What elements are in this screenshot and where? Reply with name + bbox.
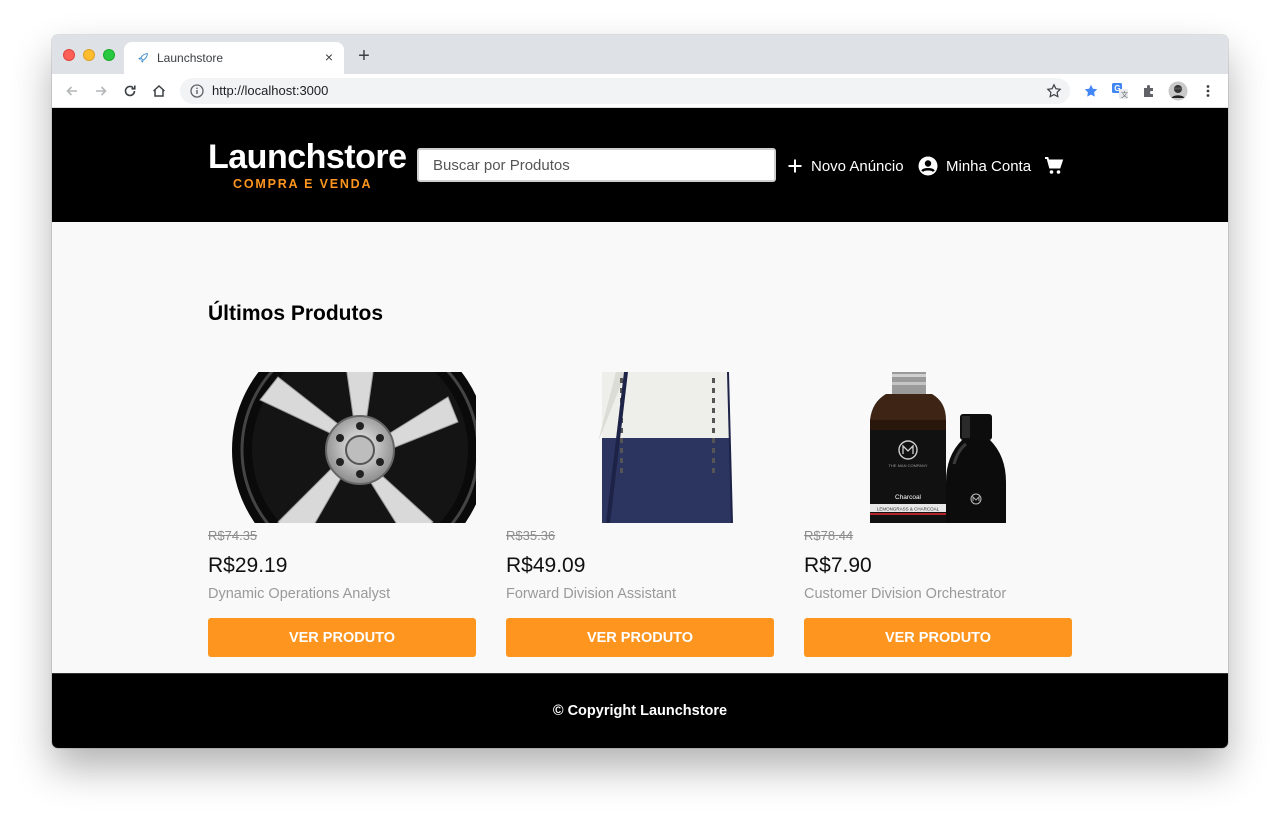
minimize-window-button[interactable] <box>83 49 95 61</box>
reload-icon[interactable] <box>119 80 141 102</box>
rocket-icon <box>138 53 148 63</box>
puzzle-icon[interactable] <box>1138 80 1160 102</box>
cart-link[interactable] <box>1042 154 1066 178</box>
product-name: Customer Division Orchestrator <box>804 586 1007 602</box>
home-icon[interactable] <box>148 80 170 102</box>
charcoal-bottles-image: THE MAN COMPANY Charcoal LEMONGRASS & CH… <box>804 372 1072 523</box>
tab-strip: Launchstore × + <box>52 35 1228 74</box>
site-logo[interactable]: Launchstore COMPRA E VENDA <box>208 138 407 192</box>
copyright-text: © Copyright Launchstore <box>552 703 728 719</box>
back-icon[interactable] <box>61 80 83 102</box>
product-name: Forward Division Assistant <box>506 586 677 602</box>
bookmark-extension-icon[interactable] <box>1080 80 1102 102</box>
bookmark-star-icon[interactable] <box>1046 83 1062 99</box>
product-name: Dynamic Operations Analyst <box>208 586 391 602</box>
old-price: R$35.36 <box>506 528 556 543</box>
product-card: THE MAN COMPANY Charcoal LEMONGRASS & CH… <box>804 372 1072 657</box>
browser-toolbar: http://localhost:3000 G文 <box>52 74 1228 108</box>
product-image[interactable] <box>506 372 774 523</box>
sweater-image <box>506 372 774 523</box>
browser-window: Launchstore × + http://localhost:3000 G … <box>52 35 1228 748</box>
charcoal-label: Charcoal <box>895 494 922 501</box>
shopping-cart-icon <box>1045 157 1064 174</box>
section-title: Últimos Produtos <box>208 302 384 325</box>
address-bar[interactable]: http://localhost:3000 <box>180 78 1070 104</box>
price: R$7.90 <box>804 554 872 577</box>
info-icon[interactable] <box>190 84 204 98</box>
tab-close-icon[interactable]: × <box>320 48 338 66</box>
old-price: R$78.44 <box>804 528 854 543</box>
plus-icon <box>788 159 802 173</box>
browser-tab[interactable]: Launchstore × <box>124 42 344 74</box>
product-image[interactable]: THE MAN COMPANY Charcoal LEMONGRASS & CH… <box>804 372 1072 523</box>
view-product-button[interactable]: VER PRODUTO <box>804 618 1072 657</box>
product-image[interactable] <box>208 372 476 523</box>
brand-label: THE MAN COMPANY <box>888 463 927 468</box>
price: R$29.19 <box>208 554 288 577</box>
more-menu-icon[interactable] <box>1197 80 1219 102</box>
search-input[interactable] <box>417 148 776 182</box>
site-header: Launchstore COMPRA E VENDA Novo Anúncio … <box>52 108 1228 222</box>
logo-subtitle: COMPRA E VENDA <box>233 177 373 191</box>
close-window-button[interactable] <box>63 49 75 61</box>
svg-text:文: 文 <box>1121 90 1128 99</box>
page-content: Launchstore COMPRA E VENDA Novo Anúncio … <box>52 108 1228 748</box>
view-product-button[interactable]: VER PRODUTO <box>506 618 774 657</box>
product-card: R$74.35 R$29.19 Dynamic Operations Analy… <box>208 372 476 657</box>
maximize-window-button[interactable] <box>103 49 115 61</box>
logo-title: Launchstore <box>208 138 407 176</box>
site-footer: © Copyright Launchstore <box>52 673 1228 748</box>
lemongrass-label: LEMONGRASS & CHARCOAL <box>877 507 940 512</box>
account-link[interactable]: Minha Conta <box>918 154 1031 178</box>
wheel-rim-image <box>232 372 476 523</box>
translate-extension-icon[interactable]: G文 <box>1109 80 1131 102</box>
url-text: http://localhost:3000 <box>212 83 329 98</box>
account-circle-icon <box>918 156 938 176</box>
view-product-button[interactable]: VER PRODUTO <box>208 618 476 657</box>
price: R$49.09 <box>506 554 586 577</box>
tab-title: Launchstore <box>157 51 224 65</box>
new-ad-link[interactable]: Novo Anúncio <box>787 154 904 178</box>
new-ad-label: Novo Anúncio <box>811 157 904 175</box>
forward-icon[interactable] <box>90 80 112 102</box>
account-label: Minha Conta <box>946 157 1032 175</box>
old-price: R$74.35 <box>208 528 258 543</box>
profile-avatar[interactable] <box>1167 80 1189 102</box>
product-card: R$35.36 R$49.09 Forward Division Assista… <box>506 372 774 657</box>
new-tab-button[interactable]: + <box>354 46 374 66</box>
